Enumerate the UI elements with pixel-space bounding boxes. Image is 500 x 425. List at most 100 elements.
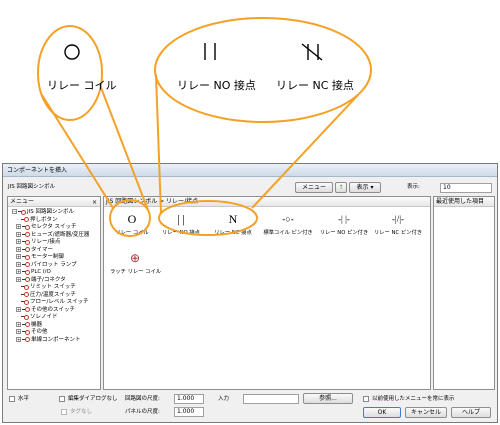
- tree-item-relay-contacts[interactable]: + リレー/接点: [12, 239, 100, 247]
- no-tag-label: タグなし: [70, 409, 93, 415]
- menu-pane-title: メニュー: [10, 198, 35, 205]
- tree-item-label: その他のスイッチ: [31, 306, 76, 313]
- browse-button[interactable]: 参照...: [303, 393, 353, 404]
- component-relay-no-contact[interactable]: | | リレー NO 接点: [159, 210, 203, 242]
- expand-icon[interactable]: +: [16, 246, 21, 252]
- component-relay-nc-pins[interactable]: -|/|- リレー NC ピン付き: [372, 210, 424, 242]
- tree-item-misc[interactable]: + その他: [12, 329, 100, 337]
- tree-item-label: 単線コンポーネント: [31, 336, 81, 343]
- tree-item-label: 端子/コネクタ: [31, 276, 66, 283]
- tree-item-instruments[interactable]: + 機器: [12, 321, 100, 330]
- expand-icon[interactable]: +: [16, 321, 21, 327]
- tree-item-limit-switch[interactable]: リミット スイッチ: [12, 284, 100, 292]
- dialog-titlebar: コンポーネントを挿入: [3, 164, 497, 177]
- ok-button[interactable]: OK: [363, 407, 401, 418]
- horizontal-checkbox[interactable]: [9, 396, 15, 402]
- component-relay-no-pins[interactable]: -| |- リレー NO ピン付き: [319, 210, 369, 242]
- tree-item-label: パイロット ランプ: [31, 261, 77, 268]
- tree-item-motor-control[interactable]: + モーター制御: [12, 254, 100, 262]
- tree-item-single-line[interactable]: + 単線コンポーネント: [12, 336, 100, 345]
- component-icon: [21, 217, 29, 222]
- expand-icon[interactable]: +: [16, 254, 21, 259]
- expand-icon[interactable]: +: [16, 261, 21, 267]
- expand-icon[interactable]: +: [16, 269, 21, 274]
- no-tag-checkbox[interactable]: [61, 409, 67, 415]
- tree-item-flow-level-switch[interactable]: フロー/レベル スイッチ: [12, 299, 100, 307]
- tree-item-label: PLC I/O: [31, 269, 51, 275]
- up-level-button[interactable]: ↑: [335, 182, 347, 193]
- close-icon[interactable]: ×: [92, 198, 97, 208]
- tree-item-label: フロー/レベル スイッチ: [30, 299, 89, 305]
- component-icon: [21, 299, 29, 305]
- menu-button[interactable]: メニュー: [295, 182, 333, 193]
- expand-icon[interactable]: +: [16, 239, 21, 244]
- expand-icon[interactable]: +: [16, 329, 21, 334]
- callout-nc-label: リレー NC 接点: [276, 79, 354, 92]
- component-label: リレー NO ピン付き: [319, 230, 369, 236]
- tree-item-label: リレー/接点: [31, 239, 61, 245]
- panel-scale-field[interactable]: 1.000: [174, 407, 204, 417]
- relay-coil-symbol: O: [127, 212, 137, 226]
- symbols-pane-header: JIS 回路図シンボル > リレー/接点: [104, 197, 430, 207]
- component-icon: [22, 239, 30, 245]
- display-label: 表示:: [407, 184, 420, 190]
- callout-no-label: リレー NO 接点: [177, 79, 256, 92]
- view-button-label: 表示: [356, 184, 369, 191]
- component-relay-nc-contact[interactable]: N リレー NC 接点: [211, 210, 255, 242]
- component-icon: [21, 284, 29, 290]
- tree-item-fuse-breaker[interactable]: + ヒューズ/遮断器/変圧器: [12, 231, 100, 240]
- tree-item-label: ヒューズ/遮断器/変圧器: [31, 231, 90, 238]
- tree-item-label: リミット スイッチ: [30, 284, 76, 290]
- chevron-down-icon: ▾: [370, 184, 374, 191]
- no-edit-dialog-label: 編集ダイアログなし: [68, 396, 118, 402]
- tree-item-plc-io[interactable]: + PLC I/O: [12, 269, 100, 277]
- tree-item-push-button[interactable]: 押しボタン: [12, 217, 100, 225]
- expand-icon[interactable]: +: [16, 336, 21, 342]
- callout-coil-glyph-circle: [64, 44, 80, 60]
- show-prev-menu-checkbox[interactable]: [363, 396, 369, 402]
- display-count-field[interactable]: 10: [440, 183, 492, 193]
- component-label: ラッチ リレー コイル: [110, 269, 162, 275]
- tree-item-pressure-temp-switch[interactable]: 圧力/温度スイッチ: [12, 292, 100, 300]
- panel-scale-label: パネルの尺度:: [125, 409, 160, 415]
- no-edit-dialog-checkbox[interactable]: [59, 396, 65, 402]
- component-icon: [22, 247, 30, 252]
- input-field[interactable]: [243, 394, 299, 404]
- view-dropdown-button[interactable]: 表示 ▾: [349, 182, 381, 193]
- menu-button-label: メニュー: [301, 184, 326, 191]
- component-icon: [21, 292, 29, 297]
- green-arrow-icon: ↑: [338, 184, 344, 191]
- component-label: リレー NC ピン付き: [373, 230, 423, 236]
- expand-icon[interactable]: +: [16, 306, 21, 312]
- expand-icon[interactable]: +: [16, 224, 21, 229]
- component-latch-relay-coil[interactable]: ⊕ ラッチ リレー コイル: [110, 249, 162, 281]
- recent-items-pane: 最近使用した項目: [433, 196, 495, 390]
- help-button[interactable]: ヘルプ: [451, 407, 491, 418]
- component-icon: [21, 314, 29, 320]
- tree-item-solenoid[interactable]: ソレノイド: [12, 314, 100, 322]
- tree-item-selector-switch[interactable]: + セレクタ スイッチ: [12, 224, 100, 232]
- tree-item-terminal-connector[interactable]: + 端子/コネクタ: [12, 276, 100, 285]
- expand-icon[interactable]: +: [16, 231, 21, 237]
- cancel-button[interactable]: キャンセル: [405, 407, 447, 418]
- tree-root[interactable]: − JIS 回路図シンボル: [12, 209, 100, 217]
- collapse-icon[interactable]: −: [12, 209, 17, 214]
- standard-coil-pins-symbol: -○-: [282, 214, 294, 224]
- schematic-scale-field[interactable]: 1.000: [174, 394, 204, 404]
- component-label: 標準コイル ピン付き: [263, 230, 313, 236]
- component-relay-coil[interactable]: O リレー コイル: [110, 210, 154, 242]
- expand-icon[interactable]: +: [16, 276, 21, 282]
- show-prev-menu-label: 以前使用したメニューを常に表示: [372, 396, 455, 402]
- recent-pane-title: 最近使用した項目: [434, 197, 494, 207]
- tree-item-timer[interactable]: + タイマー: [12, 246, 100, 255]
- tree-item-label: 圧力/温度スイッチ: [30, 291, 76, 298]
- component-standard-coil-pins[interactable]: -○- 標準コイル ピン付き: [260, 210, 316, 242]
- tree-item-pilot-lamp[interactable]: + パイロット ランプ: [12, 261, 100, 270]
- component-icon: [22, 337, 30, 342]
- tree-item-label: タイマー: [31, 246, 54, 253]
- input-label: 入力: [218, 396, 230, 402]
- menu-tree: − JIS 回路図シンボル 押しボタン + セレクタ スイッチ + ヒューズ/遮断器/…: [8, 207, 100, 344]
- component-icon: [22, 254, 30, 260]
- relay-nc-contact-symbol: N: [228, 212, 238, 226]
- tree-item-other-switches[interactable]: + その他のスイッチ: [12, 306, 100, 315]
